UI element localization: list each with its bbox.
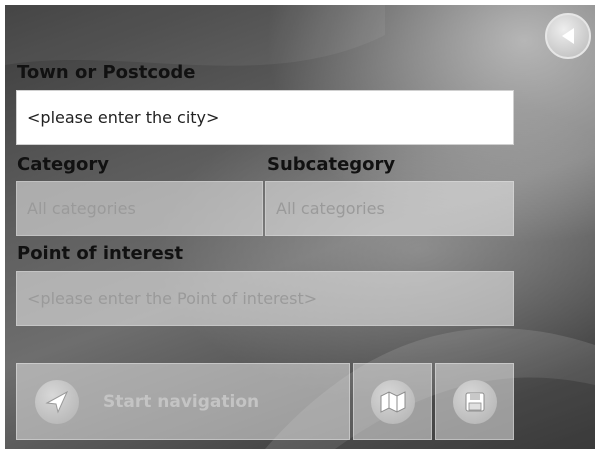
- start-navigation-button[interactable]: Start navigation: [16, 363, 350, 440]
- start-navigation-label: Start navigation: [103, 391, 260, 412]
- poi-label: Point of interest: [17, 243, 184, 264]
- navigation-arrow-icon: [35, 379, 79, 424]
- subcategory-select[interactable]: All categories: [265, 181, 514, 236]
- category-label: Category: [17, 154, 110, 175]
- back-arrow-icon: [562, 28, 574, 44]
- subcategory-label: Subcategory: [267, 154, 396, 175]
- town-label: Town or Postcode: [17, 62, 196, 83]
- poi-search-screen: Town or Postcode <please enter the city>…: [5, 5, 595, 449]
- back-button[interactable]: [545, 13, 591, 59]
- map-button[interactable]: [353, 363, 432, 440]
- poi-input[interactable]: <please enter the Point of interest>: [16, 271, 514, 326]
- town-input[interactable]: <please enter the city>: [16, 90, 514, 145]
- map-icon: [370, 379, 415, 424]
- category-select[interactable]: All categories: [16, 181, 263, 236]
- save-button[interactable]: [435, 363, 514, 440]
- save-icon: [452, 379, 497, 424]
